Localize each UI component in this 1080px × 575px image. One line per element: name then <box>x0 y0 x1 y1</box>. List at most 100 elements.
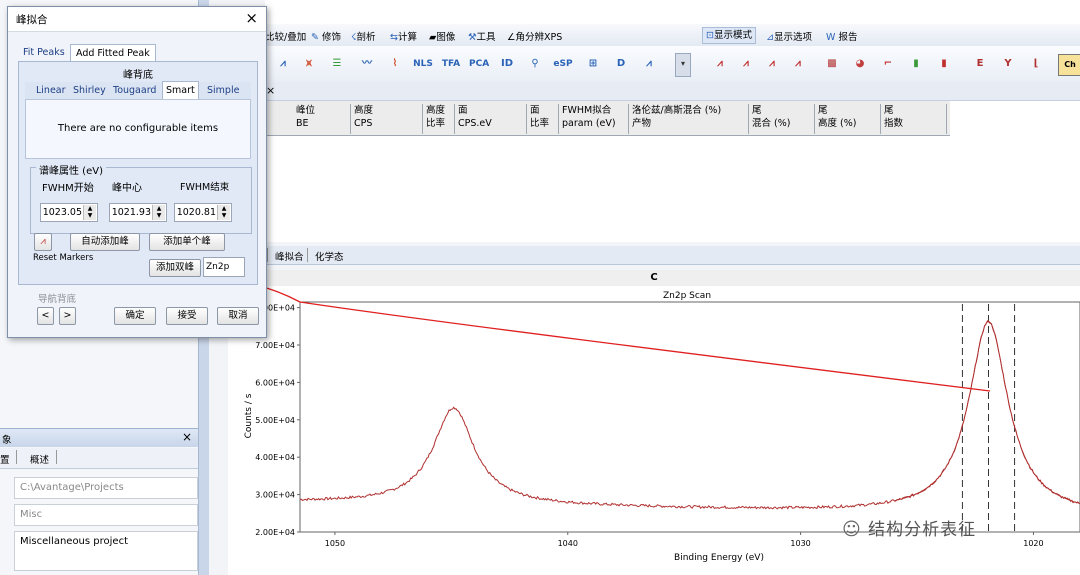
document-tab-strip: × <box>265 82 1080 101</box>
tab-linear[interactable]: Linear <box>36 82 66 99</box>
header-line: 尾 <box>752 105 762 116</box>
tab-overview[interactable]: 概述 <box>30 452 49 466</box>
dp-icon[interactable]: D <box>611 54 631 74</box>
chart-stack-icon[interactable]: ⩘ <box>762 54 782 74</box>
decay-icon[interactable]: ⌊ <box>1026 54 1046 74</box>
id-icon[interactable]: ID <box>497 54 517 74</box>
nls-icon[interactable]: NLS <box>413 54 433 74</box>
x-axis-label: Binding Energy (eV) <box>674 553 764 563</box>
column-header-area-ratio[interactable]: 面比率 <box>527 104 559 134</box>
tab-display-options-label: 显示选项 <box>773 32 812 43</box>
tab-settings[interactable]: 置 <box>0 452 10 466</box>
tab-display-mode[interactable]: ⊡显示模式 <box>702 27 756 44</box>
stepper-arrows-icon[interactable]: ▲ ▼ <box>152 205 165 220</box>
project-category-field[interactable]: Misc <box>14 504 198 526</box>
add-single-peak-button[interactable]: 添加单个峰 <box>149 233 225 251</box>
column-header-area[interactable]: 面 CPS.eV <box>455 104 527 134</box>
chart-header: C <box>228 270 1080 287</box>
pca-icon[interactable]: PCA <box>469 54 489 74</box>
column-header-height-ratio[interactable]: 高度 比率 <box>423 104 455 134</box>
overlay-icon[interactable]: ☰ <box>327 54 347 74</box>
auto-add-peaks-button[interactable]: 自动添加峰 <box>70 233 140 251</box>
y-tick-label: 3.00E+04 <box>255 491 295 500</box>
tfa-icon[interactable]: TFA <box>441 54 461 74</box>
bar-red-icon[interactable]: ▮ <box>934 54 954 74</box>
profile-chart-icon[interactable]: ⌐ <box>878 54 898 74</box>
smooth-icon[interactable]: 〰 <box>357 54 377 74</box>
column-header-tail-mix[interactable]: 尾混合 (%) <box>749 104 815 134</box>
cancel-button[interactable]: 取消 <box>217 307 259 325</box>
peak-center-value: 1021.93 <box>111 207 151 218</box>
tab-chemical-state[interactable]: 化学态 <box>315 249 344 263</box>
esp-icon[interactable]: eSP <box>553 54 573 74</box>
peak-center-stepper[interactable]: 1021.93 ▲ ▼ <box>109 203 167 222</box>
reset-markers-icon[interactable]: ⩘ <box>34 233 52 251</box>
wechat-icon: ☺ <box>842 519 862 540</box>
tab-arxps-label: 角分辨XPS <box>515 32 563 43</box>
tab-smart[interactable]: Smart <box>162 81 199 100</box>
peak-shape-icon[interactable]: ⩙ <box>299 54 319 74</box>
tab-display-options[interactable]: ⊿显示选项 <box>766 29 812 43</box>
pie-icon[interactable]: ◕ <box>850 54 870 74</box>
peak-markers[interactable] <box>961 304 1016 532</box>
tab-add-fitted-peak[interactable]: Add Fitted Peak <box>70 44 156 61</box>
energy-axis-icon[interactable]: E <box>970 54 990 74</box>
header-line: 面 <box>458 105 468 116</box>
tab-compare[interactable]: 比较/叠加 <box>265 29 306 43</box>
report-icon: W <box>826 32 836 43</box>
spectrum-icon[interactable]: ⩘ <box>639 54 659 74</box>
dropdown-icon[interactable]: ▾ <box>675 53 691 77</box>
bar-chart-icon[interactable]: ▮ <box>906 54 926 74</box>
column-header-lg-mix[interactable]: 洛伦兹/高斯混合 (%) 产物 <box>629 104 749 134</box>
navigate-background-label: 导航背底 <box>38 294 77 305</box>
tab-report[interactable]: W 报告 <box>826 29 857 43</box>
project-description-field[interactable]: Miscellaneous project <box>14 531 198 571</box>
properties-pane-title: 象 <box>2 435 12 446</box>
chart-3d-icon[interactable]: ⩘ <box>788 54 808 74</box>
grid-icon[interactable]: ⊞ <box>583 54 603 74</box>
fwhm-start-stepper[interactable]: 1023.05 ▲ ▼ <box>40 203 98 222</box>
close-icon[interactable]: × <box>245 9 258 27</box>
chart-line-icon[interactable]: ⩘ <box>710 54 730 74</box>
column-header-tail-height[interactable]: 尾高度 (%) <box>815 104 881 134</box>
doublet-name-input[interactable] <box>203 257 245 277</box>
tab-peak-fit[interactable]: 峰拟合 <box>275 249 304 263</box>
column-header-height[interactable]: 高度 CPS <box>351 104 423 134</box>
map-icon[interactable]: ▩ <box>822 54 842 74</box>
peak-fit-icon[interactable]: ⩘ <box>273 54 293 74</box>
ch-icon[interactable]: Ch <box>1058 54 1080 76</box>
column-header-position[interactable]: 峰位 BE <box>293 104 351 134</box>
stepper-arrows-icon[interactable]: ▲ ▼ <box>217 205 230 220</box>
tab-arxps[interactable]: ∠角分辨XPS <box>507 29 562 43</box>
y-axis-icon[interactable]: Y <box>998 54 1018 74</box>
derivative-icon[interactable]: ⌇ <box>385 54 405 74</box>
tab-fit-peaks[interactable]: Fit Peaks <box>18 44 70 61</box>
search-icon[interactable]: ⚲ <box>525 54 545 74</box>
tab-shirley[interactable]: Shirley <box>73 82 106 99</box>
tab-modify[interactable]: ✎ 修饰 <box>311 29 341 43</box>
close-icon[interactable]: × <box>266 84 275 97</box>
accept-button[interactable]: 接受 <box>166 307 208 325</box>
add-doublet-button[interactable]: 添加双峰 <box>149 259 201 277</box>
header-line: 峰位 <box>296 105 316 116</box>
header-line: CPS <box>354 118 373 129</box>
tab-calculate-label: 计算 <box>397 32 417 43</box>
next-background-button[interactable]: > <box>59 307 76 325</box>
chart-title: Zn2p Scan <box>663 291 711 301</box>
tab-profile[interactable]: ☇剖析 <box>351 29 375 43</box>
close-icon[interactable]: × <box>182 430 192 444</box>
project-path-field[interactable]: C:\Avantage\Projects <box>14 477 198 499</box>
tab-tools[interactable]: ⚒工具 <box>468 29 496 43</box>
tab-calculate[interactable]: ⇆计算 <box>390 29 417 43</box>
column-header-fwhm[interactable]: FWHM拟合 param (eV) <box>559 104 629 134</box>
stepper-arrows-icon[interactable]: ▲ ▼ <box>83 205 96 220</box>
tab-simple[interactable]: Simple <box>207 82 239 99</box>
ok-button[interactable]: 确定 <box>114 307 156 325</box>
prev-background-button[interactable]: < <box>37 307 54 325</box>
column-header-tail-exponent[interactable]: 尾指数 <box>881 104 947 134</box>
watermark-text: 结构分析表征 <box>868 520 977 540</box>
tab-image[interactable]: ▰图像 <box>429 29 455 43</box>
fwhm-end-stepper[interactable]: 1020.81 ▲ ▼ <box>174 203 232 222</box>
chart-area-icon[interactable]: ⩘ <box>736 54 756 74</box>
tab-tougaard[interactable]: Tougaard <box>113 82 156 99</box>
